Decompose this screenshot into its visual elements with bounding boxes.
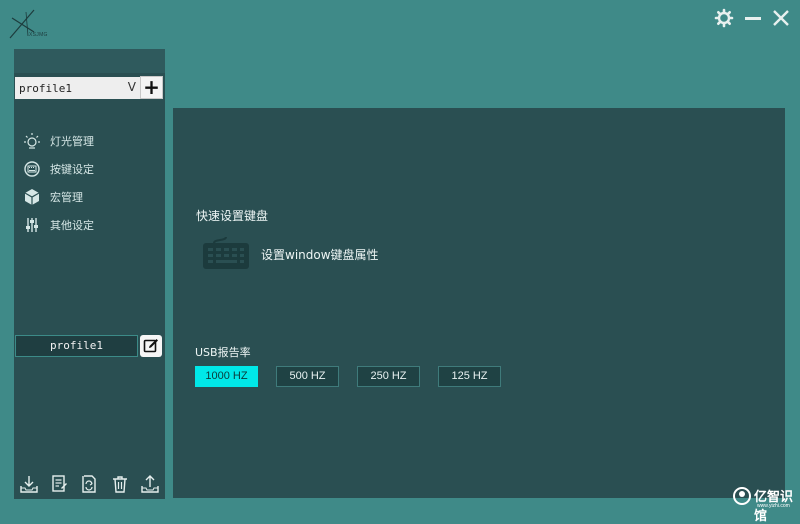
watermark-subtext: www.yizhi.com <box>757 503 790 509</box>
export-button[interactable] <box>140 474 160 494</box>
quick-setup-title: 快速设置键盘 <box>196 209 269 223</box>
profile-actions-bar <box>14 469 165 499</box>
rate-250hz-button[interactable]: 250 HZ <box>357 366 420 387</box>
document-icon <box>52 475 68 492</box>
minimize-icon[interactable] <box>743 8 763 28</box>
import-button[interactable] <box>19 474 39 494</box>
rate-500hz-button[interactable]: 500 HZ <box>276 366 339 387</box>
sidebar-header-strip <box>14 49 165 73</box>
sidebar-item-keys[interactable]: 按键设定 <box>14 155 165 183</box>
edit-profile-button[interactable] <box>140 335 162 357</box>
gear-icon[interactable] <box>714 8 734 28</box>
sidebar: profile1 V + 灯光管理 按键设定 宏管理 其他设定 profile1 <box>14 49 165 499</box>
edit-icon <box>143 339 158 353</box>
import-icon <box>20 476 38 493</box>
keyboard-icon[interactable] <box>202 235 250 271</box>
report-rate-group: 1000 HZ 500 HZ 250 HZ 125 HZ <box>195 366 519 387</box>
sidebar-nav: 灯光管理 按键设定 宏管理 其他设定 <box>14 127 165 239</box>
sidebar-item-other[interactable]: 其他设定 <box>14 211 165 239</box>
main-panel: 快速设置键盘 设置window键盘属性 USB报告率 1000 HZ 500 H… <box>173 108 785 498</box>
usb-report-rate-title: USB报告率 <box>195 346 251 359</box>
lightbulb-icon <box>24 133 40 149</box>
profile-dropdown-value: profile1 <box>19 81 72 95</box>
profile-dropdown[interactable]: profile1 V <box>15 77 140 99</box>
sliders-icon <box>26 218 38 232</box>
keyboard-settings-link[interactable]: 设置window键盘属性 <box>261 246 379 263</box>
sidebar-item-macro[interactable]: 宏管理 <box>14 183 165 211</box>
reset-button[interactable] <box>79 474 99 494</box>
sidebar-item-label: 灯光管理 <box>50 135 94 148</box>
sidebar-item-label: 按键设定 <box>50 163 94 176</box>
sidebar-item-lighting[interactable]: 灯光管理 <box>14 127 165 155</box>
add-profile-button[interactable]: + <box>140 76 163 99</box>
rate-1000hz-button[interactable]: 1000 HZ <box>195 366 258 387</box>
delete-button[interactable] <box>110 474 130 494</box>
save-document-button[interactable] <box>49 474 69 494</box>
profile-name-field[interactable]: profile1 <box>15 335 138 357</box>
chevron-down-icon: V <box>127 80 136 94</box>
cube-icon <box>24 189 40 205</box>
rate-125hz-button[interactable]: 125 HZ <box>438 366 501 387</box>
trash-icon <box>112 476 127 493</box>
refresh-icon <box>82 475 97 493</box>
logo-text: XSJMG <box>29 32 48 38</box>
close-x-icon[interactable] <box>771 8 791 28</box>
sidebar-item-label: 宏管理 <box>50 191 83 204</box>
key-icon <box>24 161 40 177</box>
export-icon <box>141 475 159 493</box>
sidebar-item-label: 其他设定 <box>50 219 94 232</box>
